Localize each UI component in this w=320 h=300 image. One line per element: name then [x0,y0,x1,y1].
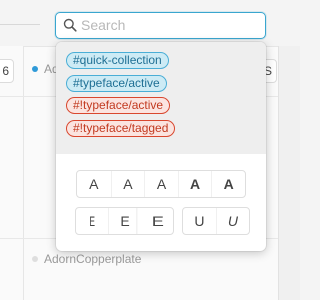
list-item-label: AdornCopperplate [44,252,142,266]
tag-not-typeface-tagged[interactable]: #!typeface/tagged [66,120,176,137]
active-dot-icon [32,66,38,72]
width-filter-group: E E E [75,207,174,235]
weight-black-button[interactable]: A [211,171,245,197]
right-panel-edge [278,46,300,300]
weight-bold-button[interactable]: A [177,171,212,197]
weight-filter-group: A A A A A [76,170,246,198]
style-filter-group: U U [182,207,250,235]
tag-suggestions: #quick-collection #typeface/active #!typ… [56,42,266,154]
width-condensed-button[interactable]: E [82,208,101,234]
toolbar-divider [0,24,40,25]
list-item[interactable]: AdornCopperplate [32,252,141,266]
weight-light-button[interactable]: A [110,171,145,197]
tag-quick-collection[interactable]: #quick-collection [66,52,169,69]
left-badge[interactable]: 6 [0,59,14,83]
upright-button[interactable]: U [183,208,216,234]
search-icon [63,18,77,32]
inactive-dot-icon [32,256,38,262]
tag-not-typeface-active[interactable]: #!typeface/active [66,97,171,114]
search-input[interactable] [81,14,261,36]
italic-button[interactable]: U [215,208,249,234]
weight-thin-button[interactable]: A [77,171,111,197]
width-extended-button[interactable]: E [135,208,173,234]
list-gutter [0,46,24,300]
search-field[interactable] [55,12,266,39]
search-suggestions-popover: #quick-collection #typeface/active #!typ… [56,42,266,251]
weight-medium-button[interactable]: A [144,171,178,197]
tag-typeface-active[interactable]: #typeface/active [66,75,167,92]
